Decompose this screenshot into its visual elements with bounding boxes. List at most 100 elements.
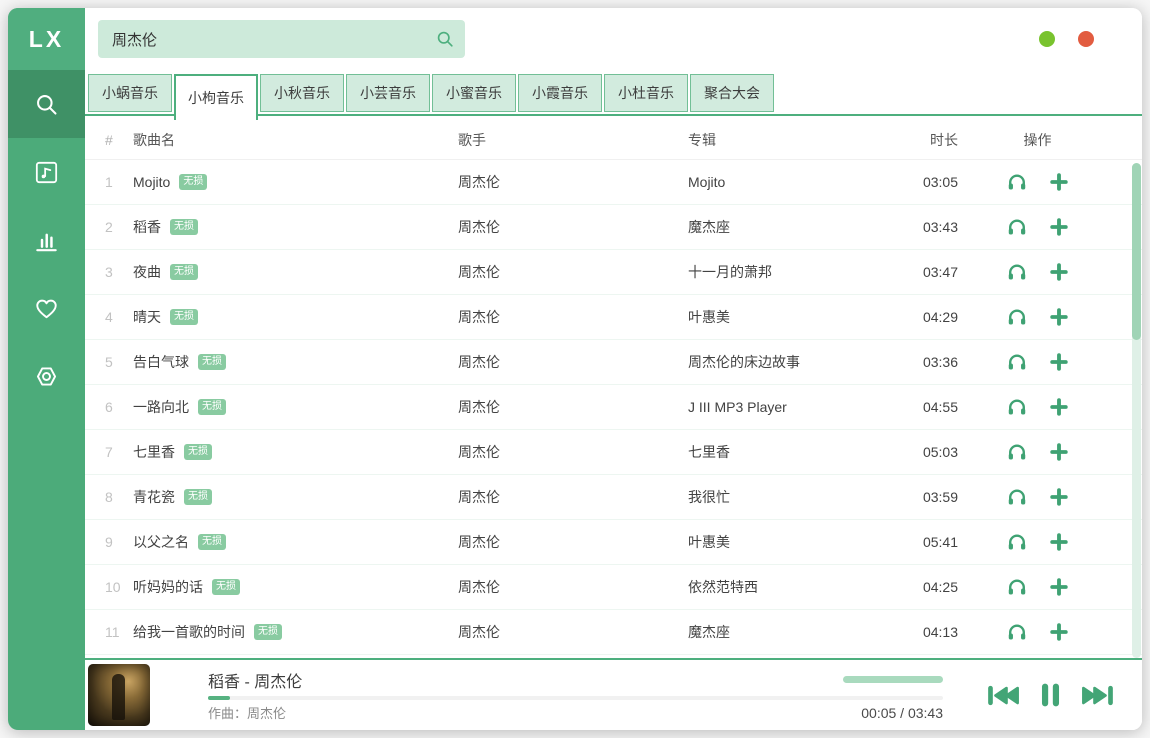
plus-icon[interactable] (1048, 576, 1070, 598)
song-title: 晴天 (133, 307, 161, 327)
header-album: 专辑 (688, 130, 903, 150)
pause-icon[interactable] (1035, 677, 1066, 713)
song-name-cell: 告白气球 无损 (133, 352, 458, 372)
desktop-stage: LX (0, 0, 1150, 738)
row-actions (958, 216, 1117, 238)
scrollbar-thumb[interactable] (1132, 163, 1141, 340)
singer-cell: 周杰伦 (458, 577, 688, 597)
minimize-dot[interactable] (1039, 31, 1055, 47)
singer-cell: 周杰伦 (458, 622, 688, 642)
row-index: 3 (105, 264, 133, 280)
search-icon (33, 91, 60, 118)
table-row[interactable]: 1 Mojito 无损 周杰伦 Mojito 03:05 (85, 160, 1142, 205)
singer-cell: 周杰伦 (458, 217, 688, 237)
table-header: # 歌曲名 歌手 专辑 时长 操作 (85, 120, 1142, 160)
table-row[interactable]: 11 给我一首歌的时间 无损 周杰伦 魔杰座 04:13 (85, 610, 1142, 655)
headphone-icon[interactable] (1006, 531, 1028, 553)
headphone-icon[interactable] (1006, 621, 1028, 643)
headphone-icon[interactable] (1006, 261, 1028, 283)
sidebar-item-leaderboard[interactable] (8, 206, 85, 274)
search-box[interactable] (98, 20, 465, 58)
plus-icon[interactable] (1048, 441, 1070, 463)
row-index: 7 (105, 444, 133, 460)
table-row[interactable]: 8 青花瓷 无损 周杰伦 我很忙 03:59 (85, 475, 1142, 520)
quality-badge: 无损 (198, 354, 226, 370)
volume-slider[interactable] (843, 676, 943, 683)
table-row[interactable]: 10 听妈妈的话 无损 周杰伦 依然范特西 04:25 (85, 565, 1142, 610)
source-tab[interactable]: 聚合大会 (690, 74, 774, 112)
album-cell: 魔杰座 (688, 622, 903, 642)
duration-cell: 04:13 (903, 624, 958, 640)
scrollbar-track[interactable] (1132, 163, 1141, 658)
headphone-icon[interactable] (1006, 216, 1028, 238)
song-name-cell: 一路向北 无损 (133, 397, 458, 417)
album-cell: 叶惠美 (688, 307, 903, 327)
search-input[interactable] (112, 31, 435, 48)
plus-icon[interactable] (1048, 396, 1070, 418)
plus-icon[interactable] (1048, 531, 1070, 553)
row-index: 11 (105, 624, 133, 640)
quality-badge: 无损 (179, 174, 207, 190)
plus-icon[interactable] (1048, 351, 1070, 373)
source-tab[interactable]: 小枸音乐 (174, 74, 258, 120)
source-tab[interactable]: 小霞音乐 (518, 74, 602, 112)
duration-cell: 04:55 (903, 399, 958, 415)
song-name-cell: 给我一首歌的时间 无损 (133, 622, 458, 642)
headphone-icon[interactable] (1006, 576, 1028, 598)
next-icon[interactable] (1079, 679, 1117, 712)
plus-icon[interactable] (1048, 261, 1070, 283)
headphone-icon[interactable] (1006, 441, 1028, 463)
table-row[interactable]: 5 告白气球 无损 周杰伦 周杰伦的床边故事 03:36 (85, 340, 1142, 385)
song-name-cell: 稻香 无损 (133, 217, 458, 237)
header-song-name: 歌曲名 (133, 130, 458, 150)
headphone-icon[interactable] (1006, 171, 1028, 193)
song-title: 一路向北 (133, 397, 189, 417)
source-tab[interactable]: 小杜音乐 (604, 74, 688, 112)
close-dot[interactable] (1078, 31, 1094, 47)
album-art[interactable] (88, 664, 150, 726)
table-row[interactable]: 9 以父之名 无损 周杰伦 叶惠美 05:41 (85, 520, 1142, 565)
sidebar-item-favorites[interactable] (8, 274, 85, 342)
singer-cell: 周杰伦 (458, 532, 688, 552)
singer-cell: 周杰伦 (458, 487, 688, 507)
header-singer: 歌手 (458, 130, 688, 150)
headphone-icon[interactable] (1006, 351, 1028, 373)
plus-icon[interactable] (1048, 621, 1070, 643)
main-area: 小蜗音乐 小枸音乐 小秋音乐 小芸音乐 小蜜音乐 小霞音乐 小杜音乐 聚合大会 (85, 8, 1142, 730)
header-index: # (105, 132, 133, 148)
table-row[interactable]: 7 七里香 无损 周杰伦 七里香 05:03 (85, 430, 1142, 475)
table-row[interactable]: 3 夜曲 无损 周杰伦 十一月的萧邦 03:47 (85, 250, 1142, 295)
singer-cell: 周杰伦 (458, 352, 688, 372)
source-tab[interactable]: 小芸音乐 (346, 74, 430, 112)
search-icon[interactable] (435, 29, 455, 49)
source-tab[interactable]: 小蜗音乐 (88, 74, 172, 112)
plus-icon[interactable] (1048, 306, 1070, 328)
headphone-icon[interactable] (1006, 396, 1028, 418)
plus-icon[interactable] (1048, 171, 1070, 193)
plus-icon[interactable] (1048, 216, 1070, 238)
now-playing-title: 稻香 - 周杰伦 (208, 668, 302, 692)
song-title: 告白气球 (133, 352, 189, 372)
song-name-cell: 听妈妈的话 无损 (133, 577, 458, 597)
source-tab[interactable]: 小秋音乐 (260, 74, 344, 112)
bar-chart-icon (33, 227, 60, 254)
sidebar-item-my-music[interactable] (8, 138, 85, 206)
source-tab[interactable]: 小蜜音乐 (432, 74, 516, 112)
sidebar-item-settings[interactable] (8, 342, 85, 410)
row-index: 9 (105, 534, 133, 550)
song-name-cell: 青花瓷 无损 (133, 487, 458, 507)
table-row[interactable]: 2 稻香 无损 周杰伦 魔杰座 03:43 (85, 205, 1142, 250)
headphone-icon[interactable] (1006, 486, 1028, 508)
previous-icon[interactable] (984, 679, 1022, 712)
song-title: 以父之名 (133, 532, 189, 552)
progress-bar[interactable] (208, 696, 943, 700)
player-bar: 稻香 - 周杰伦 作曲：周杰伦 00:05 / 03:43 (85, 658, 1142, 730)
table-row[interactable]: 6 一路向北 无损 周杰伦 J III MP3 Player 04:55 (85, 385, 1142, 430)
duration-cell: 05:03 (903, 444, 958, 460)
sidebar-item-search[interactable] (8, 70, 85, 138)
album-cell: 周杰伦的床边故事 (688, 352, 903, 372)
table-row[interactable]: 4 晴天 无损 周杰伦 叶惠美 04:29 (85, 295, 1142, 340)
headphone-icon[interactable] (1006, 306, 1028, 328)
plus-icon[interactable] (1048, 486, 1070, 508)
row-index: 8 (105, 489, 133, 505)
